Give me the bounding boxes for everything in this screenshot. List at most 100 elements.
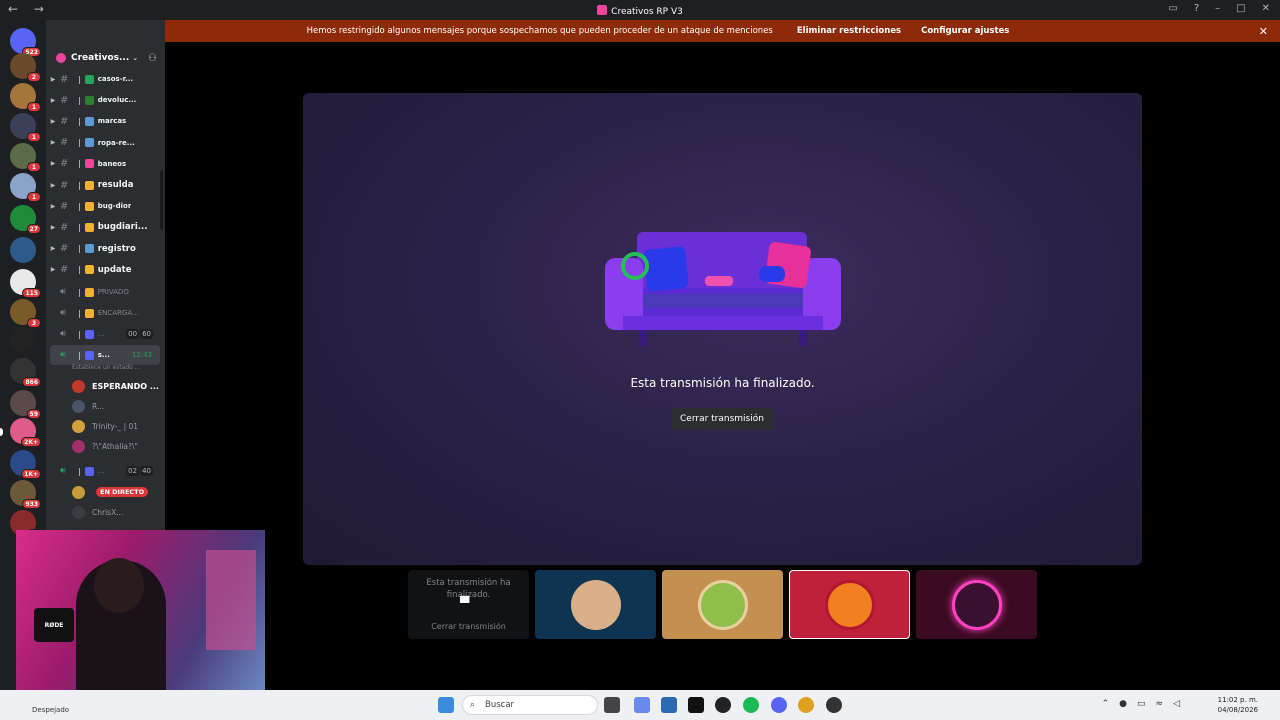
tile-close-stream-button[interactable]: Cerrar transmisión	[408, 622, 529, 631]
avatar	[570, 579, 621, 630]
copilot-icon[interactable]	[634, 697, 650, 713]
server-icon[interactable]: 1	[10, 83, 41, 112]
avatar	[824, 579, 875, 630]
obs-icon[interactable]	[826, 697, 842, 713]
wifi-icon[interactable]: ≈	[1156, 699, 1164, 709]
hashtag-icon: #	[60, 137, 69, 149]
stream-ended-message: Esta transmisión ha finalizado.	[630, 376, 815, 390]
participant-tile[interactable]	[789, 570, 910, 639]
hashtag-icon: #	[60, 221, 69, 233]
avatar	[951, 579, 1002, 630]
speaker-icon: 🔊︎	[60, 308, 66, 318]
voice-channel-room[interactable]: 🔊︎ | ... 02 40	[46, 461, 165, 481]
display-icon[interactable]: ▭	[1137, 699, 1146, 709]
selected-pill	[0, 428, 3, 436]
remove-restrictions-link[interactable]: Eliminar restricciones	[797, 26, 901, 36]
task-view-icon[interactable]	[604, 697, 620, 713]
lock-icon	[84, 308, 94, 318]
server-icon[interactable]	[10, 237, 36, 263]
participant-tile[interactable]	[535, 570, 656, 639]
configure-settings-link[interactable]: Configurar ajustes	[921, 26, 1009, 36]
text-channel[interactable]: ▶ # | registro	[46, 239, 165, 259]
help-icon[interactable]: ?	[1194, 3, 1199, 14]
server-icon[interactable]: 2K+	[10, 418, 41, 447]
channel-emoji-icon	[84, 201, 94, 211]
voice-member[interactable]: ESPERANDO ...	[72, 378, 159, 394]
channel-emoji-icon	[84, 265, 94, 275]
guild-header[interactable]: Creativos... ⌄ ⚇	[46, 48, 165, 68]
channel-name: baneos	[97, 159, 127, 168]
server-icon[interactable]: 1	[10, 173, 41, 202]
stream-tile[interactable]: Esta transmisión ha finalizado. ▀ Cerrar…	[408, 570, 529, 639]
server-icon[interactable]: 3	[10, 299, 41, 328]
close-stream-button[interactable]: Cerrar transmisión	[671, 408, 773, 430]
chrome-icon[interactable]	[798, 697, 814, 713]
server-icon[interactable]: 933	[10, 480, 41, 509]
server-icon[interactable]: 1K+	[10, 450, 41, 479]
sidebar-scrollbar[interactable]	[160, 170, 163, 230]
minimize-button[interactable]: –	[1215, 3, 1220, 14]
close-icon[interactable]: ✕	[1259, 25, 1268, 38]
chevron-right-icon: ▶	[50, 117, 56, 125]
maximize-button[interactable]: □	[1236, 3, 1245, 14]
text-channel[interactable]: ▶ # | marcas	[46, 111, 165, 131]
text-channel[interactable]: ▶ # | baneos	[46, 154, 165, 174]
clock[interactable]: 11:02 p. m. 04/08/2026	[1218, 695, 1258, 715]
server-icon[interactable]: 866	[10, 358, 41, 387]
sofa-illustration	[605, 232, 841, 346]
microphone: RØDE	[34, 608, 74, 642]
store-icon[interactable]	[661, 697, 677, 713]
server-icon[interactable]: 27	[10, 205, 41, 234]
voice-channel-selected[interactable]: 🔊︎ | s... 12:43	[50, 345, 160, 365]
text-channel[interactable]: ▶ # | casos-r...	[46, 69, 165, 89]
voice-member[interactable]: EN DIRECTO	[72, 484, 149, 500]
text-channel[interactable]: ▶ # | bug-dior	[46, 196, 165, 216]
voice-member[interactable]: ?\"Athalia?\"	[72, 438, 138, 454]
add-user-icon[interactable]: ⚇	[148, 53, 157, 64]
server-icon[interactable]: 59	[10, 390, 41, 419]
chevron-right-icon: ▶	[50, 96, 56, 104]
mention-raid-banner: Hemos restringido algunos mensajes porqu…	[46, 20, 1280, 42]
weather-label[interactable]: Despejado	[32, 706, 69, 714]
server-icon[interactable]: 2	[10, 53, 41, 82]
text-channel[interactable]: ▶ # | resulda	[46, 175, 165, 195]
discord-icon[interactable]	[771, 697, 787, 713]
server-icon[interactable]: 1	[10, 143, 41, 172]
server-icon[interactable]	[10, 326, 36, 352]
set-status-hint[interactable]: Establece un estado ...	[72, 364, 140, 371]
text-channel[interactable]: ▶ # | bugdiari...	[46, 217, 165, 237]
session-timer: 12:43	[131, 351, 152, 359]
start-icon[interactable]	[438, 697, 454, 713]
channel-emoji-icon	[84, 222, 94, 232]
text-channel[interactable]: ▶ # | devoluc...	[46, 90, 165, 110]
close-window-button[interactable]: ✕	[1262, 3, 1270, 14]
home-icon[interactable]: 522	[10, 28, 41, 57]
voice-member[interactable]: Trinity-_ | 01	[72, 418, 138, 434]
app-icon[interactable]	[715, 697, 731, 713]
participant-tile[interactable]	[916, 570, 1037, 639]
text-channel[interactable]: ▶ # | update	[46, 260, 165, 280]
inbox-icon[interactable]: ▭	[1168, 3, 1177, 14]
volume-icon[interactable]: ◁	[1173, 699, 1180, 709]
taskbar-search[interactable]: ⌕ Buscar	[462, 695, 598, 715]
terminal-icon[interactable]	[688, 697, 704, 713]
channel-emoji-icon	[84, 329, 94, 339]
channel-emoji-icon	[84, 74, 94, 84]
participant-tile[interactable]	[662, 570, 783, 639]
banner-message: Hemos restringido algunos mensajes porqu…	[306, 26, 773, 36]
window-title: Creativos RP V3	[0, 5, 1280, 17]
mic-icon[interactable]: ●	[1119, 699, 1127, 709]
channel-name: registro	[97, 243, 136, 254]
voice-member[interactable]: ChrisX...	[72, 504, 123, 520]
server-icon[interactable]: 115	[10, 269, 41, 298]
voice-channel-encargados[interactable]: 🔊︎ | ENCARGA...	[46, 303, 165, 323]
channel-emoji-icon	[84, 116, 94, 126]
chevron-up-icon[interactable]: ⌃	[1102, 699, 1110, 709]
voice-member[interactable]: R...	[72, 398, 104, 414]
voice-channel-room[interactable]: 🔊︎ | ... 00 60	[46, 324, 165, 344]
text-channel[interactable]: ▶ # | ropa-re...	[46, 133, 165, 153]
server-icon[interactable]: 1	[10, 113, 41, 142]
channel-name: bug-dior	[97, 202, 132, 211]
voice-channel-privado[interactable]: 🔊︎ | PRIVADO	[46, 282, 165, 302]
spotify-icon[interactable]	[743, 697, 759, 713]
